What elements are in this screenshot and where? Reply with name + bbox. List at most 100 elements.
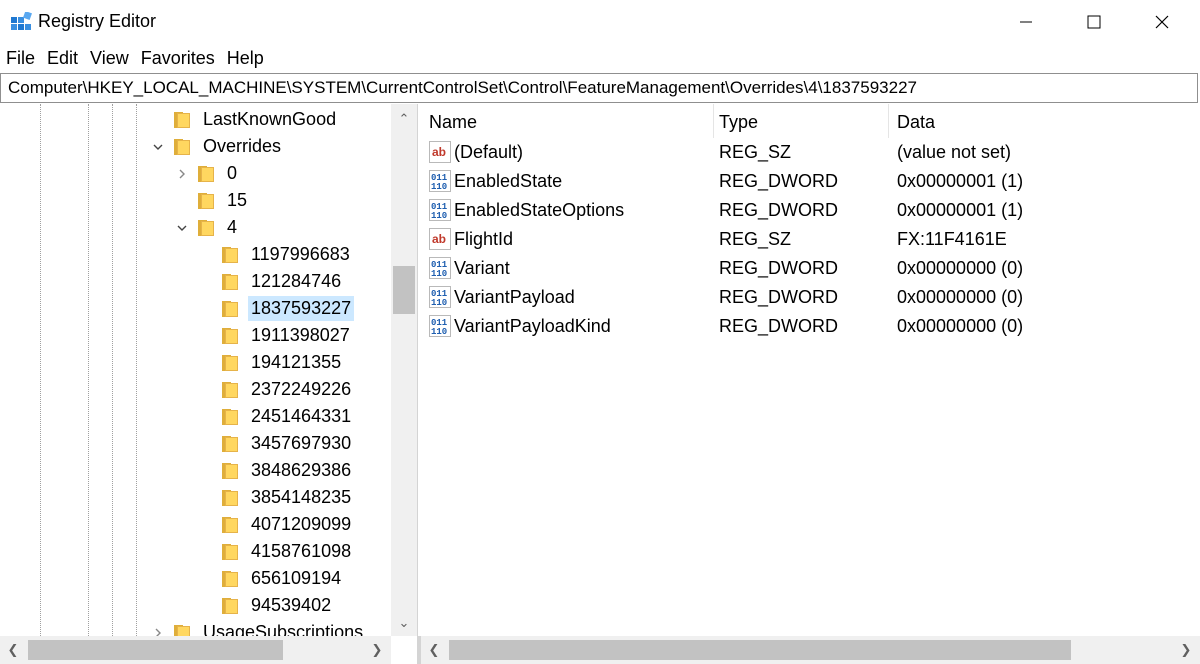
value-data: (value not set)	[897, 142, 1012, 162]
binary-value-icon: 011 110	[429, 315, 451, 337]
value-type: REG_DWORD	[719, 316, 839, 336]
string-value-icon: ab	[429, 141, 451, 163]
tree-item[interactable]: 4	[198, 214, 240, 241]
folder-icon	[222, 246, 239, 263]
svg-text:110: 110	[431, 327, 447, 337]
tree-item[interactable]: 1911398027	[222, 322, 353, 349]
binary-value-icon: 011 110	[429, 199, 451, 221]
tree-item-label: 194121355	[251, 352, 342, 372]
address-path: Computer\HKEY_LOCAL_MACHINE\SYSTEM\Curre…	[8, 78, 917, 97]
chevron-right-icon[interactable]	[176, 168, 188, 180]
svg-text:110: 110	[431, 269, 447, 279]
value-row[interactable]: 011 110 EnabledState REG_DWORD 0x00000001 (1…	[421, 167, 1200, 196]
tree-item[interactable]: 3457697930	[222, 430, 354, 457]
tree-item[interactable]: 2451464331	[222, 403, 354, 430]
tree-item-label: LastKnownGood	[203, 109, 337, 129]
value-row[interactable]: 011 110 VariantPayload REG_DWORD 0x00000000 …	[421, 283, 1200, 312]
tree-horizontal-scrollbar[interactable]: ❮ ❯	[0, 636, 391, 664]
column-header-name[interactable]: Name	[421, 104, 714, 138]
scroll-right-arrow-icon[interactable]: ❯	[364, 637, 390, 663]
menu-edit[interactable]: Edit	[41, 46, 84, 72]
tree-item[interactable]: 3848629386	[222, 457, 354, 484]
column-header-data[interactable]: Data	[889, 104, 1200, 138]
folder-icon	[198, 219, 215, 236]
tree-item[interactable]: 4071209099	[222, 511, 354, 538]
scroll-left-arrow-icon[interactable]: ❮	[421, 637, 447, 663]
tree-item-label: 4071209099	[251, 514, 352, 534]
value-type: REG_DWORD	[719, 287, 839, 307]
value-name: EnabledState	[454, 171, 563, 191]
tree-item-label: 3848629386	[251, 460, 352, 480]
tree-item-label: 2372249226	[251, 379, 352, 399]
value-row[interactable]: 011 110 Variant REG_DWORD 0x00000000 (0)	[421, 254, 1200, 283]
tree-item[interactable]: 3854148235	[222, 484, 354, 511]
tree-item[interactable]: Overrides	[174, 133, 284, 160]
menu-file[interactable]: File	[0, 46, 41, 72]
address-bar[interactable]: Computer\HKEY_LOCAL_MACHINE\SYSTEM\Curre…	[0, 73, 1198, 103]
binary-value-icon: 011 110	[429, 170, 451, 192]
key-tree-pane: LastKnownGood Overrides 0 15 4 1197996683 1212…	[0, 104, 418, 664]
scroll-down-arrow-icon[interactable]: ⌄	[391, 610, 417, 636]
tree-scroll-thumb[interactable]	[393, 266, 415, 314]
maximize-button[interactable]	[1060, 0, 1128, 44]
menu-favorites[interactable]: Favorites	[135, 46, 221, 72]
folder-icon	[222, 327, 239, 344]
chevron-down-icon[interactable]	[176, 222, 188, 234]
value-row[interactable]: ab FlightId REG_SZ FX:11F4161E	[421, 225, 1200, 254]
scroll-right-arrow-icon[interactable]: ❯	[1173, 637, 1199, 663]
value-data: 0x00000000 (0)	[897, 258, 1024, 278]
folder-icon	[222, 462, 239, 479]
tree-item[interactable]: 0	[198, 160, 240, 187]
tree-item-label: 0	[227, 163, 238, 183]
folder-icon	[222, 273, 239, 290]
tree-item-label: 1197996683	[251, 244, 350, 264]
tree-item[interactable]: 194121355	[222, 349, 344, 376]
menu-view[interactable]: View	[84, 46, 135, 72]
binary-value-icon: 011 110	[429, 286, 451, 308]
menu-bar: File Edit View Favorites Help	[0, 46, 270, 72]
folder-icon	[222, 435, 239, 452]
tree-item[interactable]: 1837593227	[222, 295, 355, 322]
tree-item[interactable]: 2372249226	[222, 376, 354, 403]
folder-icon	[222, 489, 239, 506]
tree-item[interactable]: 94539402	[222, 592, 334, 619]
tree-guide-line	[112, 104, 113, 636]
folder-icon	[174, 138, 191, 155]
binary-value-icon: 011 110	[429, 257, 451, 279]
folder-icon	[222, 597, 239, 614]
tree-item[interactable]: 1197996683	[222, 241, 353, 268]
menu-help[interactable]: Help	[221, 46, 270, 72]
scroll-left-arrow-icon[interactable]: ❮	[0, 637, 26, 663]
value-row[interactable]: ab (Default) REG_SZ (value not set)	[421, 138, 1200, 167]
values-horizontal-scrollbar[interactable]: ❮ ❯	[421, 636, 1200, 664]
tree-item-label: 656109194	[251, 568, 342, 588]
values-hscroll-thumb[interactable]	[449, 640, 1071, 660]
tree-guide-line	[88, 104, 89, 636]
folder-icon	[222, 300, 239, 317]
column-header-type[interactable]: Type	[711, 104, 889, 138]
scroll-up-arrow-icon[interactable]: ⌃	[391, 106, 417, 132]
close-icon	[1155, 15, 1169, 29]
tree-hscroll-thumb[interactable]	[28, 640, 283, 660]
close-button[interactable]	[1128, 0, 1196, 44]
tree-guide-line	[136, 104, 137, 636]
value-row[interactable]: 011 110 VariantPayloadKind REG_DWORD 0x00000…	[421, 312, 1200, 341]
values-pane: Name Type Data ab (Default) REG_SZ (value n…	[421, 104, 1200, 664]
minimize-icon	[1020, 21, 1032, 23]
minimize-button[interactable]	[992, 0, 1060, 44]
tree-item[interactable]: 15	[198, 187, 250, 214]
folder-icon	[222, 354, 239, 371]
tree-item[interactable]: LastKnownGood	[174, 106, 339, 133]
value-type: REG_DWORD	[719, 258, 839, 278]
tree-item[interactable]: 4158761098	[222, 538, 354, 565]
value-name: VariantPayloadKind	[454, 316, 611, 336]
value-data: FX:11F4161E	[897, 229, 1007, 249]
tree-vertical-scrollbar[interactable]: ⌃ ⌄	[391, 104, 417, 636]
registry-editor-icon	[11, 12, 32, 30]
value-name: VariantPayload	[454, 287, 575, 307]
value-row[interactable]: 011 110 EnabledStateOptions REG_DWORD 0x0000…	[421, 196, 1200, 225]
tree-item[interactable]: 656109194	[222, 565, 344, 592]
tree-guide-line	[40, 104, 41, 636]
tree-item[interactable]: 121284746	[222, 268, 344, 295]
chevron-down-icon[interactable]	[152, 141, 164, 153]
